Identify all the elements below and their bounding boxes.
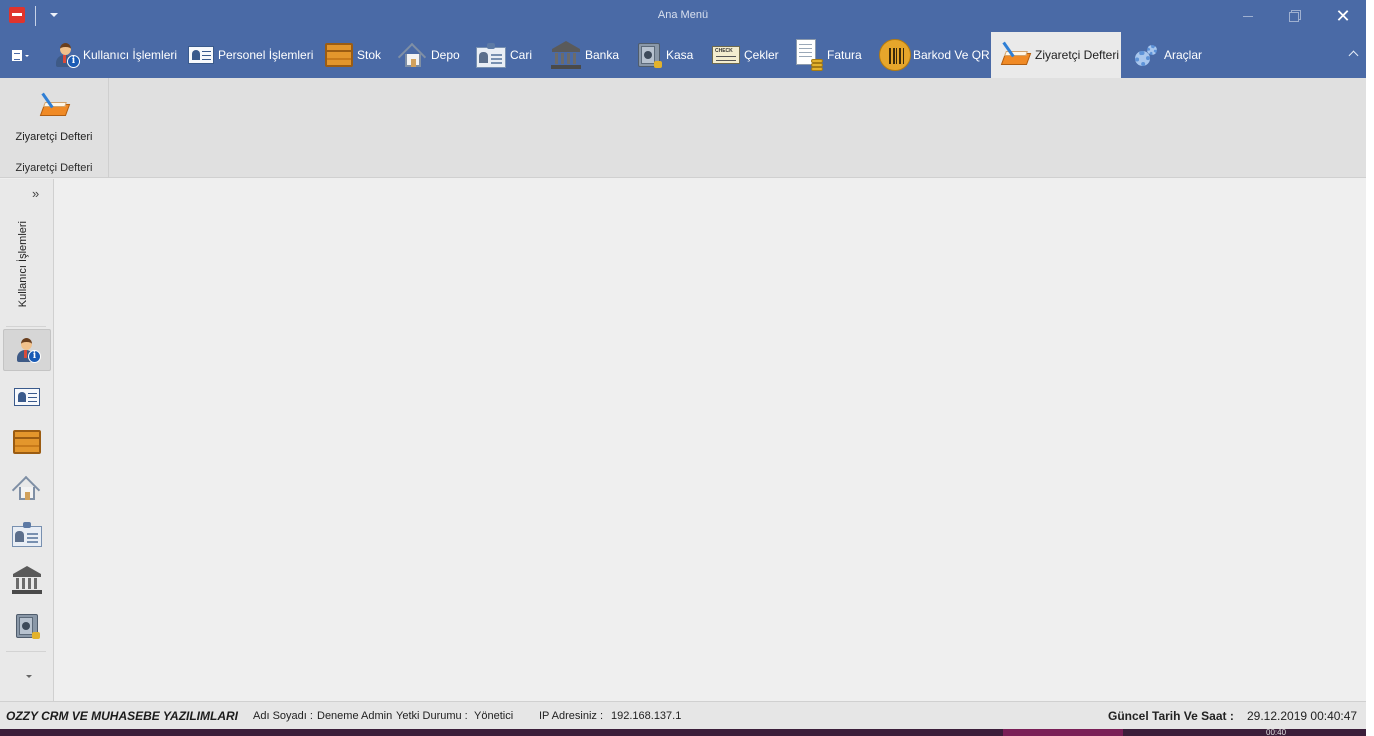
tab-label: Fatura bbox=[827, 48, 862, 62]
nav-separator bbox=[6, 326, 46, 327]
barcode-icon bbox=[879, 39, 911, 71]
stock-box-icon bbox=[13, 430, 41, 454]
tab-banka[interactable]: Banka bbox=[551, 32, 619, 78]
tab-label: Cari bbox=[510, 48, 533, 62]
gear-icon bbox=[1134, 42, 1160, 68]
user-info-icon: i bbox=[53, 41, 80, 69]
role-value: Yönetici bbox=[474, 710, 514, 722]
invoice-icon bbox=[795, 39, 823, 71]
nav-item-kullanici-islemleri[interactable]: i bbox=[3, 329, 51, 371]
tab-cari[interactable]: Cari bbox=[476, 32, 532, 78]
taskbar-active-app[interactable] bbox=[1003, 729, 1123, 736]
tab-araclar[interactable]: Araçlar bbox=[1134, 32, 1202, 78]
nav-group-caption[interactable]: Kullanıcı İşlemleri bbox=[17, 221, 35, 311]
datetime-label: Güncel Tarih Ve Saat : bbox=[1108, 709, 1234, 723]
tab-label: Barkod Ve QR bbox=[913, 48, 990, 62]
tab-label: Banka bbox=[585, 48, 620, 62]
user-name-label: Adı Soyadı : bbox=[253, 710, 313, 722]
nav-item-kasa[interactable] bbox=[3, 605, 51, 647]
document-icon bbox=[12, 50, 22, 61]
personnel-card-icon bbox=[188, 46, 214, 64]
restore-button[interactable] bbox=[1272, 0, 1318, 32]
tab-label: Personel İşlemleri bbox=[218, 48, 314, 62]
ip-value: 192.168.137.1 bbox=[611, 710, 682, 722]
tab-stok[interactable]: Stok bbox=[325, 32, 381, 78]
collapse-ribbon-icon[interactable] bbox=[1349, 50, 1359, 60]
role-label: Yetki Durumu : bbox=[396, 710, 468, 722]
tab-barkod-ve-qr[interactable]: Barkod Ve QR bbox=[879, 32, 990, 78]
nav-item-stok[interactable] bbox=[3, 421, 51, 463]
status-bar: OZZY CRM VE MUHASEBE YAZILIMLARI Adı Soy… bbox=[0, 701, 1366, 729]
guestbook-icon bbox=[1000, 41, 1032, 69]
ziyaretci-defteri-button-label: Ziyaretçi Defteri bbox=[15, 131, 93, 143]
ribbon-group-label: Ziyaretçi Defteri bbox=[15, 162, 93, 174]
tab-cekler[interactable]: CHECK Çekler bbox=[712, 32, 779, 78]
tab-kullanici-islemleri[interactable]: i Kullanıcı İşlemleri bbox=[53, 32, 177, 78]
id-card-icon bbox=[12, 521, 42, 547]
tab-label: Ziyaretçi Defteri bbox=[1035, 48, 1120, 62]
ribbon-tab-bar: i Kullanıcı İşlemleri Personel İşlemleri… bbox=[0, 32, 1366, 78]
tab-personel-islemleri[interactable]: Personel İşlemleri bbox=[188, 32, 313, 78]
tab-fatura[interactable]: Fatura bbox=[795, 32, 862, 78]
main-window: Ana Menü ✕ i Kullanıcı İşlemleri Persone… bbox=[0, 0, 1366, 736]
dropdown-arrow-icon bbox=[25, 55, 29, 57]
safe-icon bbox=[636, 41, 662, 69]
stock-box-icon bbox=[325, 43, 353, 67]
minimize-button[interactable] bbox=[1225, 0, 1271, 32]
personnel-card-icon bbox=[14, 388, 40, 406]
title-bar: Ana Menü ✕ bbox=[0, 0, 1366, 32]
tab-kasa[interactable]: Kasa bbox=[636, 32, 693, 78]
ribbon-panel: Ziyaretçi Defteri Ziyaretçi Defteri bbox=[0, 78, 1366, 178]
safe-icon bbox=[14, 612, 40, 640]
tab-label: Depo bbox=[431, 48, 460, 62]
ziyaretci-defteri-button[interactable]: Ziyaretçi Defteri bbox=[6, 84, 102, 144]
ribbon-group-ziyaretci-defteri: Ziyaretçi Defteri Ziyaretçi Defteri bbox=[0, 78, 109, 178]
brand-text: OZZY CRM VE MUHASEBE YAZILIMLARI bbox=[6, 709, 239, 723]
tab-ziyaretci-defteri[interactable]: Ziyaretçi Defteri bbox=[991, 32, 1121, 78]
guestbook-icon bbox=[39, 92, 71, 120]
close-button[interactable]: ✕ bbox=[1320, 0, 1366, 32]
nav-item-personel-islemleri[interactable] bbox=[3, 376, 51, 418]
bank-icon bbox=[551, 41, 581, 69]
warehouse-icon bbox=[11, 475, 41, 505]
nav-item-banka[interactable] bbox=[3, 559, 51, 601]
warehouse-icon bbox=[397, 42, 427, 72]
main-content-area bbox=[55, 179, 1366, 701]
nav-item-cari[interactable] bbox=[3, 513, 51, 555]
bank-icon bbox=[12, 566, 42, 594]
ip-label: IP Adresiniz : bbox=[539, 710, 603, 722]
tab-label: Araçlar bbox=[1164, 48, 1203, 62]
navigation-bar: » Kullanıcı İşlemleri i bbox=[0, 179, 54, 701]
taskbar-clock: 00:40 bbox=[1266, 728, 1287, 736]
application-menu-button[interactable] bbox=[8, 45, 32, 65]
nav-separator bbox=[6, 651, 46, 652]
tab-label: Kasa bbox=[666, 48, 694, 62]
tab-label: Çekler bbox=[744, 48, 779, 62]
tab-label: Stok bbox=[357, 48, 382, 62]
window-title: Ana Menü bbox=[657, 9, 709, 21]
user-name-value: Deneme Admin bbox=[317, 710, 393, 722]
expand-navbar-button[interactable]: » bbox=[32, 186, 39, 201]
datetime-value: 29.12.2019 00:40:47 bbox=[1247, 709, 1358, 723]
id-card-icon bbox=[476, 42, 506, 68]
check-icon: CHECK bbox=[712, 46, 740, 64]
tab-depo[interactable]: Depo bbox=[397, 32, 460, 78]
nav-group-caption-text: Kullanıcı İşlemleri bbox=[17, 221, 29, 308]
os-taskbar: 00:40 bbox=[0, 728, 1366, 736]
nav-more-items-icon[interactable] bbox=[26, 675, 32, 678]
user-info-icon: i bbox=[14, 336, 41, 364]
tab-label: Kullanıcı İşlemleri bbox=[83, 48, 178, 62]
nav-item-depo[interactable] bbox=[3, 467, 51, 509]
